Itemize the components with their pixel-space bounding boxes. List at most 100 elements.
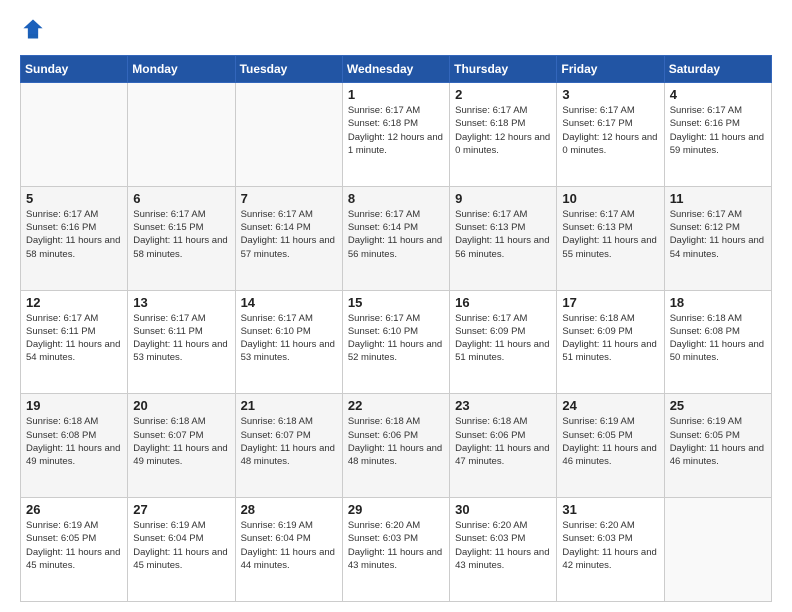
day-info: Sunrise: 6:17 AM Sunset: 6:13 PM Dayligh… — [562, 208, 658, 261]
day-info: Sunrise: 6:19 AM Sunset: 6:05 PM Dayligh… — [670, 415, 766, 468]
day-number: 24 — [562, 398, 658, 413]
calendar-cell: 16 Sunrise: 6:17 AM Sunset: 6:09 PM Dayli… — [450, 290, 557, 394]
day-number: 23 — [455, 398, 551, 413]
week-row-1: 1 Sunrise: 6:17 AM Sunset: 6:18 PM Daylig… — [21, 83, 772, 187]
day-info: Sunrise: 6:18 AM Sunset: 6:06 PM Dayligh… — [455, 415, 551, 468]
day-info: Sunrise: 6:17 AM Sunset: 6:14 PM Dayligh… — [348, 208, 444, 261]
day-number: 11 — [670, 191, 766, 206]
calendar-cell: 6 Sunrise: 6:17 AM Sunset: 6:15 PM Daylig… — [128, 186, 235, 290]
calendar-cell: 12 Sunrise: 6:17 AM Sunset: 6:11 PM Dayli… — [21, 290, 128, 394]
day-number: 8 — [348, 191, 444, 206]
weekday-header-friday: Friday — [557, 56, 664, 83]
calendar-cell: 31Sunrise: 6:20 AM Sunset: 6:03 PM Dayli… — [557, 498, 664, 602]
day-info: Sunrise: 6:19 AM Sunset: 6:04 PM Dayligh… — [133, 519, 229, 572]
day-number: 17 — [562, 295, 658, 310]
day-info: Sunrise: 6:17 AM Sunset: 6:14 PM Dayligh… — [241, 208, 337, 261]
calendar-cell: 8 Sunrise: 6:17 AM Sunset: 6:14 PM Daylig… — [342, 186, 449, 290]
calendar-cell — [128, 83, 235, 187]
weekday-header-thursday: Thursday — [450, 56, 557, 83]
calendar-cell: 24 Sunrise: 6:19 AM Sunset: 6:05 PM Dayli… — [557, 394, 664, 498]
day-number: 14 — [241, 295, 337, 310]
day-info: Sunrise: 6:18 AM Sunset: 6:06 PM Dayligh… — [348, 415, 444, 468]
calendar-cell — [664, 498, 771, 602]
day-number: 28 — [241, 502, 337, 517]
calendar-cell: 7 Sunrise: 6:17 AM Sunset: 6:14 PM Daylig… — [235, 186, 342, 290]
day-number: 21 — [241, 398, 337, 413]
day-number: 26 — [26, 502, 122, 517]
day-number: 18 — [670, 295, 766, 310]
day-info: Sunrise: 6:17 AM Sunset: 6:18 PM Dayligh… — [455, 104, 551, 157]
logo-icon — [22, 18, 44, 40]
week-row-3: 12 Sunrise: 6:17 AM Sunset: 6:11 PM Dayli… — [21, 290, 772, 394]
calendar-cell: 2 Sunrise: 6:17 AM Sunset: 6:18 PM Daylig… — [450, 83, 557, 187]
day-info: Sunrise: 6:18 AM Sunset: 6:07 PM Dayligh… — [241, 415, 337, 468]
weekday-header-sunday: Sunday — [21, 56, 128, 83]
page: SundayMondayTuesdayWednesdayThursdayFrid… — [0, 0, 792, 612]
day-info: Sunrise: 6:19 AM Sunset: 6:05 PM Dayligh… — [562, 415, 658, 468]
day-info: Sunrise: 6:17 AM Sunset: 6:16 PM Dayligh… — [670, 104, 766, 157]
day-number: 7 — [241, 191, 337, 206]
day-info: Sunrise: 6:18 AM Sunset: 6:08 PM Dayligh… — [670, 312, 766, 365]
day-info: Sunrise: 6:17 AM Sunset: 6:11 PM Dayligh… — [26, 312, 122, 365]
week-row-2: 5Sunrise: 6:17 AM Sunset: 6:16 PM Daylig… — [21, 186, 772, 290]
day-number: 29 — [348, 502, 444, 517]
week-row-5: 26Sunrise: 6:19 AM Sunset: 6:05 PM Dayli… — [21, 498, 772, 602]
logo — [20, 18, 46, 45]
day-info: Sunrise: 6:19 AM Sunset: 6:04 PM Dayligh… — [241, 519, 337, 572]
calendar-cell: 28 Sunrise: 6:19 AM Sunset: 6:04 PM Dayli… — [235, 498, 342, 602]
day-info: Sunrise: 6:20 AM Sunset: 6:03 PM Dayligh… — [455, 519, 551, 572]
calendar-cell: 5Sunrise: 6:17 AM Sunset: 6:16 PM Daylig… — [21, 186, 128, 290]
day-info: Sunrise: 6:17 AM Sunset: 6:16 PM Dayligh… — [26, 208, 122, 261]
calendar-cell: 23 Sunrise: 6:18 AM Sunset: 6:06 PM Dayli… — [450, 394, 557, 498]
weekday-header-wednesday: Wednesday — [342, 56, 449, 83]
day-number: 2 — [455, 87, 551, 102]
calendar-cell: 14Sunrise: 6:17 AM Sunset: 6:10 PM Dayli… — [235, 290, 342, 394]
calendar-table: SundayMondayTuesdayWednesdayThursdayFrid… — [20, 55, 772, 602]
day-number: 3 — [562, 87, 658, 102]
weekday-header-monday: Monday — [128, 56, 235, 83]
day-number: 31 — [562, 502, 658, 517]
day-info: Sunrise: 6:17 AM Sunset: 6:17 PM Dayligh… — [562, 104, 658, 157]
calendar-cell: 17 Sunrise: 6:18 AM Sunset: 6:09 PM Dayli… — [557, 290, 664, 394]
day-info: Sunrise: 6:20 AM Sunset: 6:03 PM Dayligh… — [348, 519, 444, 572]
day-number: 1 — [348, 87, 444, 102]
day-number: 16 — [455, 295, 551, 310]
day-info: Sunrise: 6:18 AM Sunset: 6:09 PM Dayligh… — [562, 312, 658, 365]
calendar-cell: 4 Sunrise: 6:17 AM Sunset: 6:16 PM Daylig… — [664, 83, 771, 187]
day-number: 4 — [670, 87, 766, 102]
day-number: 27 — [133, 502, 229, 517]
day-number: 12 — [26, 295, 122, 310]
calendar-cell: 11 Sunrise: 6:17 AM Sunset: 6:12 PM Dayli… — [664, 186, 771, 290]
weekday-header-row: SundayMondayTuesdayWednesdayThursdayFrid… — [21, 56, 772, 83]
day-number: 25 — [670, 398, 766, 413]
calendar-cell: 18 Sunrise: 6:18 AM Sunset: 6:08 PM Dayli… — [664, 290, 771, 394]
calendar-cell: 19 Sunrise: 6:18 AM Sunset: 6:08 PM Dayli… — [21, 394, 128, 498]
calendar-cell: 13Sunrise: 6:17 AM Sunset: 6:11 PM Dayli… — [128, 290, 235, 394]
day-info: Sunrise: 6:17 AM Sunset: 6:15 PM Dayligh… — [133, 208, 229, 261]
day-info: Sunrise: 6:17 AM Sunset: 6:10 PM Dayligh… — [348, 312, 444, 365]
calendar-cell: 22Sunrise: 6:18 AM Sunset: 6:06 PM Dayli… — [342, 394, 449, 498]
weekday-header-tuesday: Tuesday — [235, 56, 342, 83]
calendar-cell — [235, 83, 342, 187]
day-number: 30 — [455, 502, 551, 517]
day-number: 6 — [133, 191, 229, 206]
day-info: Sunrise: 6:17 AM Sunset: 6:12 PM Dayligh… — [670, 208, 766, 261]
calendar-cell: 10Sunrise: 6:17 AM Sunset: 6:13 PM Dayli… — [557, 186, 664, 290]
week-row-4: 19 Sunrise: 6:18 AM Sunset: 6:08 PM Dayli… — [21, 394, 772, 498]
day-number: 20 — [133, 398, 229, 413]
calendar-cell: 21 Sunrise: 6:18 AM Sunset: 6:07 PM Dayli… — [235, 394, 342, 498]
day-info: Sunrise: 6:17 AM Sunset: 6:13 PM Dayligh… — [455, 208, 551, 261]
day-number: 19 — [26, 398, 122, 413]
calendar-cell — [21, 83, 128, 187]
calendar-cell: 15 Sunrise: 6:17 AM Sunset: 6:10 PM Dayli… — [342, 290, 449, 394]
day-info: Sunrise: 6:17 AM Sunset: 6:18 PM Dayligh… — [348, 104, 444, 157]
day-number: 15 — [348, 295, 444, 310]
calendar-cell: 20Sunrise: 6:18 AM Sunset: 6:07 PM Dayli… — [128, 394, 235, 498]
day-info: Sunrise: 6:17 AM Sunset: 6:09 PM Dayligh… — [455, 312, 551, 365]
calendar-cell: 3 Sunrise: 6:17 AM Sunset: 6:17 PM Daylig… — [557, 83, 664, 187]
header — [20, 18, 772, 45]
calendar-cell: 1 Sunrise: 6:17 AM Sunset: 6:18 PM Daylig… — [342, 83, 449, 187]
day-info: Sunrise: 6:18 AM Sunset: 6:08 PM Dayligh… — [26, 415, 122, 468]
calendar-cell: 9Sunrise: 6:17 AM Sunset: 6:13 PM Daylig… — [450, 186, 557, 290]
day-info: Sunrise: 6:17 AM Sunset: 6:11 PM Dayligh… — [133, 312, 229, 365]
